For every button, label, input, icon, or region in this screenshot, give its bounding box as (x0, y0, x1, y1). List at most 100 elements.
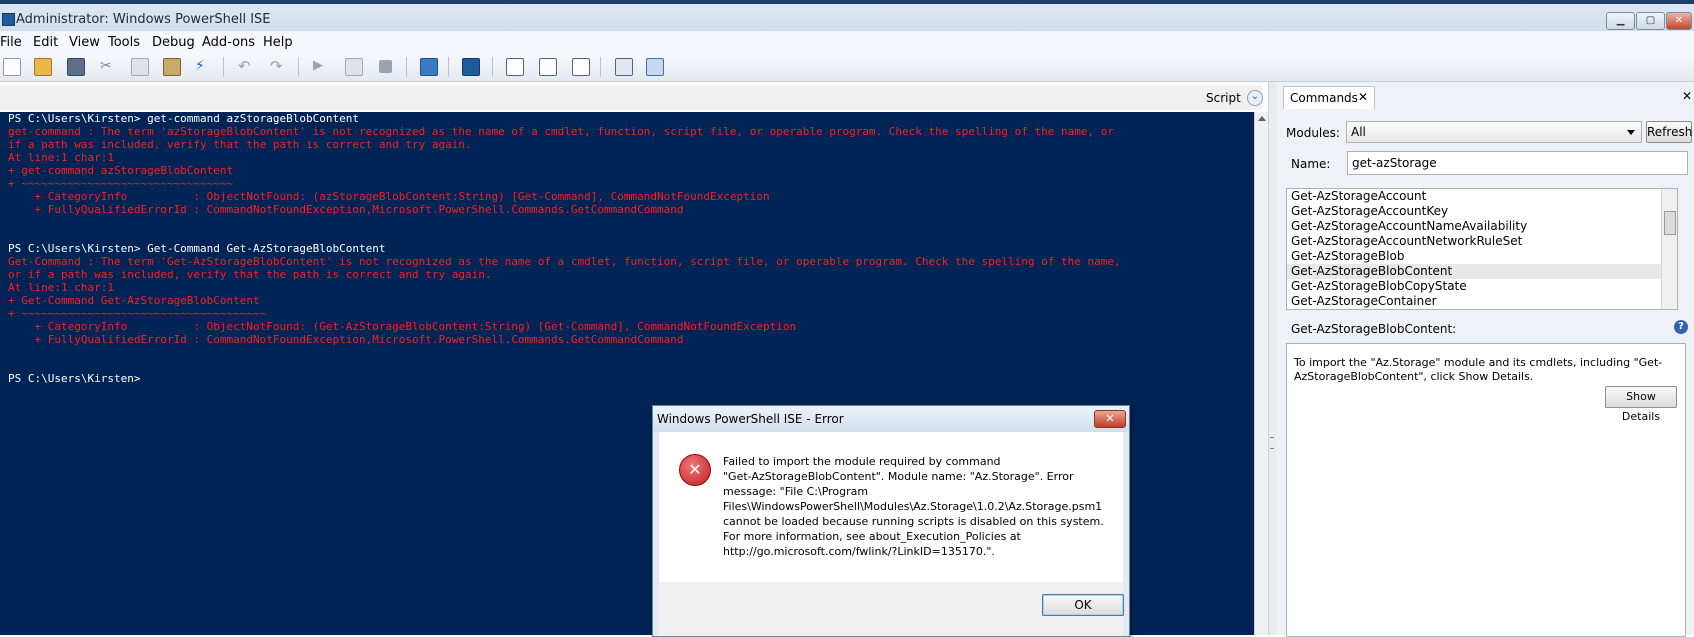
console-line: + get-command azStorageBlobContent (8, 164, 234, 177)
console-line: + ~~~~~~~~~~~~~~~~~~~~~~~~~~~~~~~~~~~~~ (8, 307, 267, 320)
console-line: + FullyQualifiedErrorId : CommandNotFoun… (8, 333, 684, 346)
stop-icon[interactable] (379, 60, 392, 73)
list-item[interactable]: Get-AzStorageBlobCopyState (1287, 279, 1677, 294)
refresh-button[interactable]: Refresh (1646, 121, 1692, 143)
help-text-line: AzStorageBlobContent", click Show Detail… (1294, 370, 1534, 383)
script-label[interactable]: Script (1206, 91, 1241, 105)
selected-command-title: Get-AzStorageBlobContent: (1291, 322, 1457, 336)
console-line: + CategoryInfo : ObjectNotFound: (azStor… (8, 190, 770, 203)
dialog-title: Windows PowerShell ISE - Error (657, 412, 844, 426)
maximize-button[interactable]: ▢ (1636, 12, 1665, 30)
layout-max-icon[interactable] (572, 58, 590, 76)
new-icon[interactable] (3, 58, 21, 76)
close-icon[interactable]: ✕ (1358, 90, 1368, 104)
menu-file[interactable]: File (0, 35, 22, 50)
close-window-button[interactable]: ✕ (1666, 12, 1692, 30)
toolbar-separator (298, 57, 299, 77)
remote-icon[interactable] (420, 58, 438, 76)
show-details-button[interactable]: Show Details (1605, 386, 1677, 423)
show-script-icon[interactable] (646, 58, 664, 76)
tab-commands-label: Commands (1290, 91, 1358, 105)
minimize-button[interactable]: ▁ (1606, 12, 1635, 30)
menu-tools[interactable]: Tools (108, 35, 140, 50)
command-list-scrollbar[interactable] (1661, 189, 1677, 309)
menu-edit[interactable]: Edit (33, 35, 58, 50)
list-item[interactable]: Get-AzStorageAccountNetworkRuleSet (1287, 234, 1677, 249)
name-input-value: get-azStorage (1352, 156, 1437, 170)
close-pane-icon[interactable]: ✕ (1682, 89, 1692, 103)
name-label: Name: (1291, 157, 1331, 171)
console-line: + ~~~~~~~~~~~~~~~~~~~~~~~~~~~~~~~~ (8, 177, 234, 190)
save-icon[interactable] (67, 58, 85, 76)
list-item[interactable]: Get-AzStorageAccountNameAvailability (1287, 219, 1677, 234)
chevron-down-icon[interactable]: ⌄ (1247, 90, 1263, 106)
menu-addons[interactable]: Add-ons (202, 35, 255, 50)
dialog-message-line: Failed to import the module required by … (723, 455, 1001, 468)
toolbar-separator (600, 57, 601, 77)
run-icon[interactable]: ▶ (313, 58, 329, 74)
console-output: PS C:\Users\Kirsten> get-command azStora… (0, 112, 1254, 385)
console-line: + Get-Command Get-AzStorageBlobContent (8, 294, 260, 307)
list-item[interactable]: Get-AzStorageAccountKey (1287, 204, 1677, 219)
paste-icon[interactable] (163, 58, 181, 76)
splitter-grip-icon (1270, 437, 1274, 449)
cut-icon[interactable]: ✂ (100, 58, 116, 74)
undo-icon[interactable]: ↶ (238, 58, 254, 74)
help-icon[interactable]: ? (1674, 320, 1688, 334)
copy-icon[interactable] (131, 58, 149, 76)
menu-bar: File Edit View Tools Debug Add-ons Help (0, 31, 1694, 53)
run-selection-icon[interactable] (345, 58, 363, 76)
list-item[interactable]: Get-AzStorageBlob (1287, 249, 1677, 264)
list-item-selected[interactable]: Get-AzStorageBlobContent (1287, 264, 1677, 279)
window-title: Administrator: Windows PowerShell ISE (16, 12, 271, 27)
console-scrollbar[interactable] (1254, 112, 1269, 635)
console-line: + CategoryInfo : ObjectNotFound: (Get-Az… (8, 320, 797, 333)
redo-icon[interactable]: ↷ (270, 58, 286, 74)
name-input[interactable]: get-azStorage (1347, 151, 1688, 175)
show-commands-icon[interactable] (615, 58, 633, 76)
console-line: Get-Command : The term 'Get-AzStorageBlo… (8, 255, 1121, 268)
dialog-message-line: For more information, see about_Executio… (723, 530, 1021, 543)
toolbar-separator (492, 57, 493, 77)
help-text: To import the "Az.Storage" module and it… (1294, 356, 1662, 384)
dialog-message-line: Files\WindowsPowerShell\Modules\Az.Stora… (723, 500, 1103, 513)
error-icon: ✕ (679, 454, 711, 486)
powershell-app-icon (2, 13, 15, 26)
command-help-panel: To import the "Az.Storage" module and it… (1286, 343, 1686, 637)
console-prompt: PS C:\Users\Kirsten> (8, 372, 141, 385)
dialog-body: ✕ Failed to import the module required b… (659, 432, 1123, 582)
layout-top-icon[interactable] (506, 58, 524, 76)
console-line: At line:1 char:1 (8, 281, 114, 294)
toolbar-separator (448, 57, 449, 77)
dialog-title-bar: Windows PowerShell ISE - Error ✕ (653, 406, 1129, 432)
modules-selected-value: All (1351, 125, 1366, 139)
menu-debug[interactable]: Debug (152, 35, 195, 50)
tab-commands[interactable]: Commands ✕ (1283, 86, 1375, 109)
modules-dropdown[interactable]: All (1346, 121, 1642, 143)
command-list[interactable]: Get-AzStorageAccount Get-AzStorageAccoun… (1286, 188, 1678, 310)
menu-view[interactable]: View (69, 35, 100, 50)
menu-help[interactable]: Help (263, 35, 293, 50)
toolbar: ✂ ⚡ ↶ ↷ ▶ (0, 53, 1694, 82)
dialog-message-line: "Get-AzStorageBlobContent". Module name:… (723, 470, 1074, 483)
toolbar-separator (406, 57, 407, 77)
clear-icon[interactable]: ⚡ (195, 58, 211, 74)
layout-right-icon[interactable] (539, 58, 557, 76)
scroll-up-arrow[interactable] (1258, 116, 1266, 121)
console-line: PS C:\Users\Kirsten> get-command azStora… (8, 112, 359, 125)
list-item[interactable]: Get-AzStorageAccount (1287, 189, 1677, 204)
help-text-line: To import the "Az.Storage" module and it… (1294, 356, 1663, 369)
dialog-message: Failed to import the module required by … (723, 454, 1104, 559)
ok-button[interactable]: OK (1042, 594, 1124, 616)
powershell-icon[interactable] (462, 58, 480, 76)
list-item[interactable]: Get-AzStorageContainer (1287, 294, 1677, 309)
dialog-message-line: http://go.microsoft.com/fwlink/?LinkID=1… (723, 545, 995, 558)
open-icon[interactable] (34, 58, 52, 76)
chevron-down-icon (1627, 130, 1635, 135)
title-strip (0, 0, 1694, 4)
scrollbar-thumb[interactable] (1664, 211, 1676, 235)
dialog-close-button[interactable]: ✕ (1094, 410, 1126, 428)
